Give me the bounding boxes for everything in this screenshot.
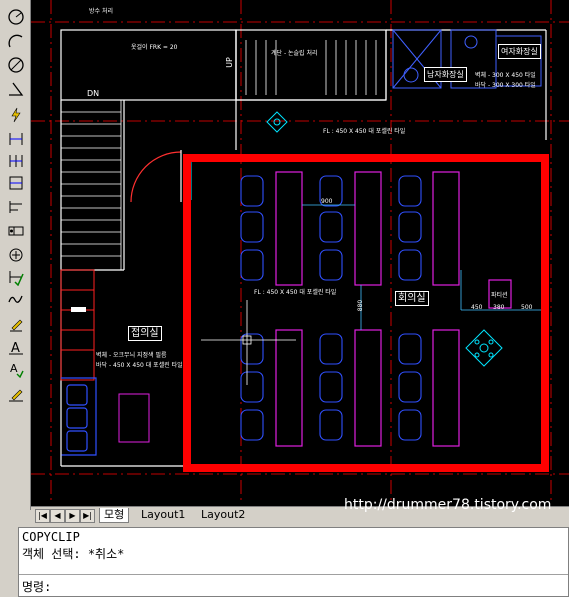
restroom-note-1: 벽체 - 300 X 450 타일 [475,72,536,79]
dimension-linear-icon[interactable] [5,128,27,150]
room-label-meeting-main: 회의실 [395,291,429,306]
update-dimension-icon[interactable]: A [5,358,27,380]
pencil-icon[interactable] [5,314,27,336]
dimension-label-center: 900 [321,198,333,205]
floor-note-top: FL : 450 X 450 대 포셀린 타일 [323,128,406,135]
dimension-label-vertical: 880 [357,299,365,312]
dimension-text-edit-icon[interactable] [5,288,27,310]
dimension-label-b: 380 [493,304,505,311]
ellipse-icon[interactable] [5,54,27,76]
tab-model[interactable]: 모형 [99,508,130,523]
stair-note-label: 계단 - 논슬립 처리 [271,50,318,57]
command-separator [19,574,568,575]
first-tab-button[interactable]: |◀ [35,509,50,523]
stair-up-label: UP [224,57,234,68]
lightning-icon[interactable] [5,104,27,126]
drawing-canvas[interactable]: 방수 처리 옷걸이 FRK = 20 DN UP 계단 - 논슬립 처리 FL … [31,0,569,506]
command-window-grip[interactable] [0,522,18,596]
dimension-label-a: 450 [471,304,483,311]
floor-note-center: FL : 450 X 450 대 포셀린 타일 [254,289,337,296]
dimension-baseline-icon[interactable] [5,196,27,218]
dimension-edit-icon[interactable] [5,266,27,288]
closet-note-label: 옷걸이 FRK = 20 [131,44,178,51]
dimension-aligned-icon[interactable] [5,150,27,172]
next-tab-button[interactable]: ▶ [65,509,80,523]
angle-dimension-icon[interactable] [5,78,27,100]
prev-tab-button[interactable]: ◀ [50,509,65,523]
command-history-line-2: 객체 선택: *취소* [22,547,125,561]
stair-dn-label: DN [87,89,100,98]
command-history-line-1: COPYCLIP [22,530,80,544]
room-label-restroom-women: 여자화장실 [498,44,541,59]
dimension-continue-icon[interactable] [5,172,27,194]
command-prompt[interactable]: 명령: [22,578,51,595]
draw-toolbar: A A [0,0,31,510]
tolerance-icon[interactable] [5,220,27,242]
last-tab-button[interactable]: ▶| [80,509,95,523]
arc-icon[interactable] [5,31,27,53]
restroom-note-2: 바닥 - 300 X 300 타일 [475,82,536,89]
tab-layout1[interactable]: Layout1 [137,508,189,522]
room-label-meeting-left: 접의실 [128,326,162,341]
dimension-label-c: 500 [521,304,533,311]
command-window[interactable]: COPYCLIP 객체 선택: *취소* 명령: [18,527,569,597]
left-room-note-1: 벽체 - 오크무늬 지정색 필름 [96,352,167,359]
text-style-icon[interactable]: A [5,336,27,358]
watermark-url: http://drummer78.tistory.com [344,497,552,513]
center-mark-icon[interactable] [5,244,27,266]
circle-icon[interactable] [5,6,27,28]
left-room-note-2: 바닥 - 450 X 450 대 포셀린 타일 [96,362,183,369]
room-label-restroom-men: 남자화장실 [424,67,467,82]
tab-layout2[interactable]: Layout2 [197,508,249,522]
partition-label: 파티션 [491,292,508,299]
edit-pencil-icon[interactable] [5,384,27,406]
top-note-label: 방수 처리 [89,8,113,15]
svg-text:A: A [10,362,18,375]
